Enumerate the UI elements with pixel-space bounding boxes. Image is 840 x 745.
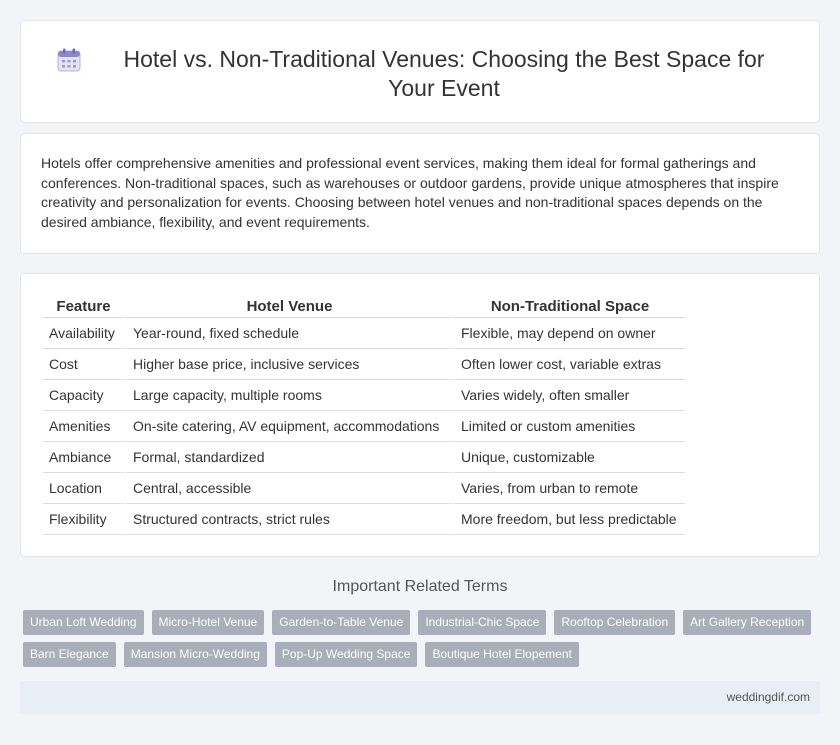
intro-card: Hotels offer comprehensive amenities and… xyxy=(20,133,820,254)
cell-non-traditional: Limited or custom amenities xyxy=(452,411,685,442)
cell-feature: Ambiance xyxy=(43,442,124,473)
related-term-tag[interactable]: Boutique Hotel Elopement xyxy=(425,642,579,667)
cell-hotel: Year-round, fixed schedule xyxy=(124,318,452,349)
comparison-card: Feature Hotel Venue Non-Traditional Spac… xyxy=(20,273,820,557)
related-term-tag[interactable]: Rooftop Celebration xyxy=(554,610,676,635)
related-term-tag[interactable]: Urban Loft Wedding xyxy=(23,610,144,635)
page-title: Hotel vs. Non-Traditional Venues: Choosi… xyxy=(123,46,765,101)
intro-paragraph: Hotels offer comprehensive amenities and… xyxy=(41,155,779,230)
related-term-tag[interactable]: Barn Elegance xyxy=(23,642,116,667)
cell-hotel: Large capacity, multiple rooms xyxy=(124,380,452,411)
related-terms-list: Urban Loft Wedding Micro-Hotel Venue Gar… xyxy=(23,610,823,674)
footer-site-link[interactable]: weddingdif.com xyxy=(727,690,810,704)
related-term-tag[interactable]: Art Gallery Reception xyxy=(683,610,812,635)
cell-non-traditional: Flexible, may depend on owner xyxy=(452,318,685,349)
cell-feature: Cost xyxy=(43,349,124,380)
cell-non-traditional: Unique, customizable xyxy=(452,442,685,473)
cell-hotel: Formal, standardized xyxy=(124,442,452,473)
cell-hotel: Higher base price, inclusive services xyxy=(124,349,452,380)
related-terms-title: Important Related Terms xyxy=(332,578,508,595)
table-header-row: Feature Hotel Venue Non-Traditional Spac… xyxy=(43,292,685,318)
cell-hotel: On-site catering, AV equipment, accommod… xyxy=(124,411,452,442)
cell-feature: Flexibility xyxy=(43,504,124,535)
cell-non-traditional: More freedom, but less predictable xyxy=(452,504,685,535)
cell-feature: Capacity xyxy=(43,380,124,411)
cell-hotel: Structured contracts, strict rules xyxy=(124,504,452,535)
related-term-tag[interactable]: Micro-Hotel Venue xyxy=(151,610,265,635)
header-non-traditional-space: Non-Traditional Space xyxy=(452,292,685,318)
cell-non-traditional: Often lower cost, variable extras xyxy=(452,349,685,380)
header-feature: Feature xyxy=(43,292,124,318)
related-term-tag[interactable]: Pop-Up Wedding Space xyxy=(274,642,418,667)
title-card: Hotel vs. Non-Traditional Venues: Choosi… xyxy=(20,20,820,123)
comparison-table: Feature Hotel Venue Non-Traditional Spac… xyxy=(43,292,685,535)
table-row: Capacity Large capacity, multiple rooms … xyxy=(43,380,685,411)
related-term-tag[interactable]: Mansion Micro-Wedding xyxy=(123,642,267,667)
cell-non-traditional: Varies, from urban to remote xyxy=(452,473,685,504)
table-row: Flexibility Structured contracts, strict… xyxy=(43,504,685,535)
table-row: Amenities On-site catering, AV equipment… xyxy=(43,411,685,442)
table-row: Availability Year-round, fixed schedule … xyxy=(43,318,685,349)
related-term-tag[interactable]: Industrial-Chic Space xyxy=(418,610,547,635)
table-row: Cost Higher base price, inclusive servic… xyxy=(43,349,685,380)
footer: weddingdif.com xyxy=(20,681,820,714)
cell-feature: Availability xyxy=(43,318,124,349)
table-row: Ambiance Formal, standardized Unique, cu… xyxy=(43,442,685,473)
header-hotel-venue: Hotel Venue xyxy=(124,292,452,318)
cell-feature: Location xyxy=(43,473,124,504)
cell-feature: Amenities xyxy=(43,411,124,442)
calendar-icon xyxy=(57,48,81,72)
table-row: Location Central, accessible Varies, fro… xyxy=(43,473,685,504)
cell-hotel: Central, accessible xyxy=(124,473,452,504)
related-term-tag[interactable]: Garden-to-Table Venue xyxy=(272,610,411,635)
title-wrap: Hotel vs. Non-Traditional Venues: Choosi… xyxy=(21,21,819,103)
cell-non-traditional: Varies widely, often smaller xyxy=(452,380,685,411)
